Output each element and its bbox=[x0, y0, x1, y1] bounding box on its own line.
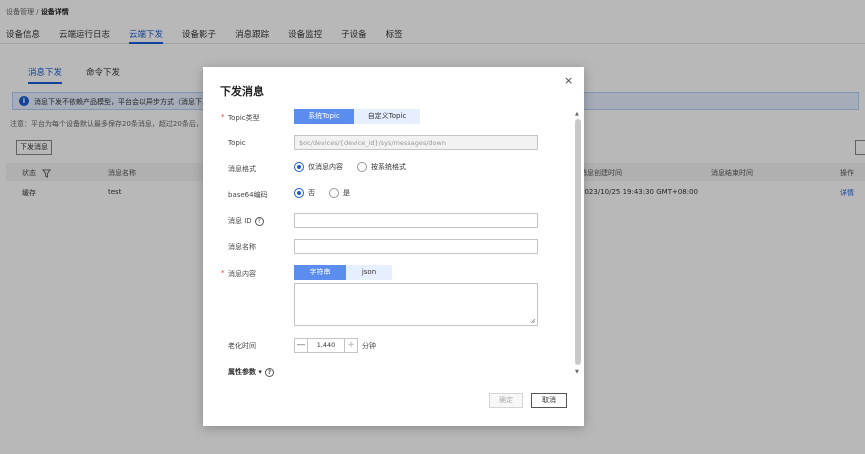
radio-content-only[interactable] bbox=[294, 162, 304, 172]
option-system-topic[interactable]: 系统Topic bbox=[294, 109, 354, 124]
message-format-radios: 仅消息内容 按系统格式 bbox=[294, 162, 420, 172]
radio-base64-yes-label[interactable]: 是 bbox=[343, 188, 350, 198]
radio-base64-yes[interactable] bbox=[329, 188, 339, 198]
properties-toggle[interactable]: 属性参数 ▾? bbox=[228, 367, 274, 377]
radio-system-format[interactable] bbox=[357, 162, 367, 172]
option-json[interactable]: json bbox=[346, 265, 392, 280]
required-marker: * bbox=[221, 113, 225, 121]
cancel-button[interactable]: 取消 bbox=[531, 393, 567, 408]
decrement-button[interactable]: — bbox=[294, 338, 308, 353]
close-icon[interactable]: × bbox=[564, 74, 573, 87]
message-content-label: * 消息内容 bbox=[221, 269, 256, 278]
base64-label: base64编码 bbox=[228, 191, 268, 199]
dialog-title: 下发消息 bbox=[220, 85, 264, 98]
scroll-down-icon[interactable]: ▼ bbox=[575, 369, 579, 375]
topic-type-segment: 系统Topic 自定义Topic bbox=[294, 109, 420, 124]
content-type-segment: 字符串 json bbox=[294, 265, 392, 280]
aging-time-label: 老化时间 bbox=[228, 342, 256, 350]
scrollbar-thumb[interactable] bbox=[575, 119, 581, 365]
topic-input[interactable] bbox=[294, 135, 538, 150]
topic-label: Topic bbox=[228, 139, 246, 147]
topic-type-label: * Topic类型 bbox=[221, 113, 260, 122]
radio-content-only-label[interactable]: 仅消息内容 bbox=[308, 162, 343, 172]
confirm-button[interactable]: 确定 bbox=[489, 393, 523, 408]
aging-time-stepper: — 1,440 + bbox=[294, 338, 358, 353]
message-name-input[interactable] bbox=[294, 239, 538, 254]
help-icon[interactable]: ? bbox=[264, 367, 274, 377]
scroll-up-icon[interactable]: ▲ bbox=[575, 111, 579, 117]
radio-system-format-label[interactable]: 按系统格式 bbox=[371, 162, 406, 172]
resize-handle-icon[interactable] bbox=[530, 318, 536, 324]
message-format-label: 消息格式 bbox=[228, 165, 256, 173]
radio-base64-no[interactable] bbox=[294, 188, 304, 198]
radio-base64-no-label[interactable]: 否 bbox=[308, 188, 315, 198]
aging-time-value[interactable]: 1,440 bbox=[308, 338, 344, 353]
aging-time-unit: 分钟 bbox=[362, 342, 376, 350]
help-icon[interactable]: ? bbox=[254, 216, 264, 226]
message-id-input[interactable] bbox=[294, 213, 538, 228]
message-name-label: 消息名称 bbox=[228, 243, 256, 251]
required-marker: * bbox=[221, 269, 225, 277]
base64-radios: 否 是 bbox=[294, 188, 364, 198]
option-custom-topic[interactable]: 自定义Topic bbox=[354, 109, 420, 124]
increment-button[interactable]: + bbox=[344, 338, 358, 353]
dialog-scrollbar[interactable]: ▲ ▼ bbox=[575, 111, 581, 379]
option-string[interactable]: 字符串 bbox=[294, 265, 346, 280]
message-content-textarea[interactable] bbox=[294, 283, 538, 326]
message-id-label: 消息 ID? bbox=[228, 216, 264, 226]
send-message-dialog: 下发消息 × ▲ ▼ * Topic类型 系统Topic 自定义Topic Top… bbox=[203, 67, 584, 426]
